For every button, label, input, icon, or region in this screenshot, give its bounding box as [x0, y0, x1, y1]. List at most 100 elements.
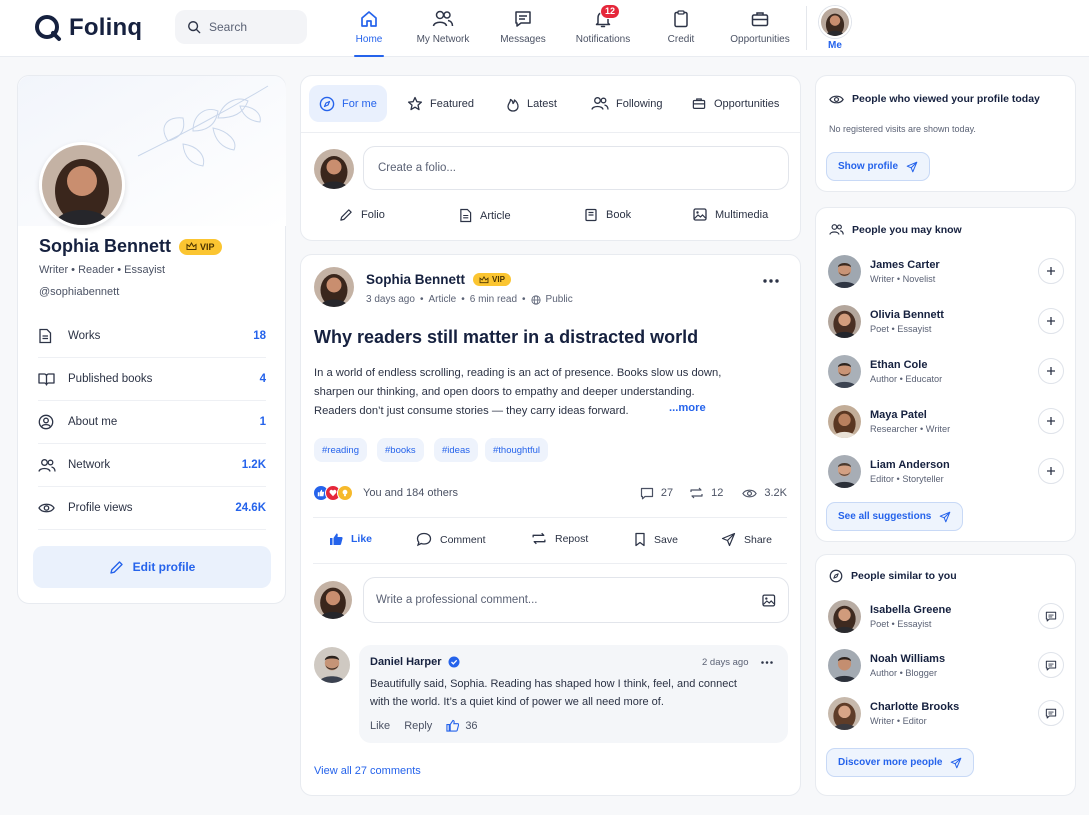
like-button[interactable]: Like	[329, 532, 372, 546]
compose-input[interactable]	[378, 162, 788, 174]
comment-time: 2 days ago	[702, 657, 749, 668]
hashtag[interactable]: #ideas	[434, 438, 478, 462]
repost-label: Repost	[555, 532, 589, 545]
add-connection-button[interactable]	[1038, 458, 1064, 484]
profile-avatar[interactable]	[39, 142, 125, 228]
similar-person[interactable]: Charlotte Brooks Writer • Editor	[828, 695, 1064, 731]
tab-opportunities[interactable]: Opportunities	[681, 85, 789, 122]
comment-likes-count[interactable]: 36	[446, 719, 478, 732]
person-name[interactable]: Noah Williams	[870, 653, 1038, 665]
compose-field[interactable]	[363, 146, 789, 190]
tab-for-me[interactable]: For me	[309, 85, 387, 122]
person-name[interactable]: Ethan Cole	[870, 359, 1038, 371]
comment-like-link[interactable]: Like	[370, 720, 390, 732]
person-name[interactable]: Olivia Bennett	[870, 309, 1038, 321]
nav-me[interactable]: Me	[818, 0, 852, 56]
search-input[interactable]	[209, 20, 299, 34]
comments-count[interactable]: 27	[640, 487, 673, 500]
comment-icon	[640, 487, 653, 499]
add-connection-button[interactable]	[1038, 408, 1064, 434]
repost-button[interactable]: Repost	[531, 532, 588, 545]
person-name[interactable]: James Carter	[870, 259, 1038, 271]
suggested-person[interactable]: Maya Patel Researcher • Writer	[828, 403, 1064, 439]
suggested-person[interactable]: James Carter Writer • Novelist	[828, 253, 1064, 289]
nav-credit[interactable]: Credit	[662, 0, 700, 56]
message-person-button[interactable]	[1038, 603, 1064, 629]
show-profile-button[interactable]: Show profile	[826, 152, 930, 181]
stat-about-me[interactable]: About me 1	[38, 401, 266, 444]
reactions-text[interactable]: You and 184 others	[363, 487, 458, 499]
add-connection-button[interactable]	[1038, 308, 1064, 334]
stat-published-books[interactable]: Published books 4	[38, 358, 266, 401]
comment-author-name[interactable]: Daniel Harper	[370, 656, 442, 668]
suggested-person[interactable]: Olivia Bennett Poet • Essayist	[828, 303, 1064, 339]
nav-opportunities[interactable]: Opportunities	[727, 0, 793, 56]
nav-notifications[interactable]: 12 Notifications	[572, 0, 634, 56]
idea-reaction-icon	[337, 485, 353, 501]
post-more-options-button[interactable]	[763, 279, 779, 283]
profile-name-row: Sophia Bennett VIP	[39, 236, 222, 257]
reposts-count[interactable]: 12	[689, 487, 723, 499]
similar-person[interactable]: Noah Williams Author • Blogger	[828, 647, 1064, 683]
compose-multimedia-button[interactable]: Multimedia	[693, 208, 768, 221]
tab-latest[interactable]: Latest	[496, 85, 567, 122]
person-avatar	[828, 454, 861, 488]
comment-button[interactable]: Comment	[416, 532, 486, 547]
comment-author-avatar[interactable]	[314, 647, 350, 683]
image-icon[interactable]	[762, 594, 776, 607]
stat-profile-views[interactable]: Profile views 24.6K	[38, 487, 266, 530]
profile-card: Sophia Bennett VIP Writer • Reader • Ess…	[17, 75, 286, 604]
comment-more-options-button[interactable]	[761, 661, 773, 664]
comment-reply-link[interactable]: Reply	[404, 720, 432, 732]
divider	[313, 517, 787, 518]
stat-label: Profile views	[68, 502, 133, 514]
stat-network[interactable]: Network 1.2K	[38, 444, 266, 487]
person-avatar	[828, 696, 861, 730]
person-name[interactable]: Maya Patel	[870, 409, 1038, 421]
hashtag[interactable]: #reading	[314, 438, 367, 462]
person-name[interactable]: Liam Anderson	[870, 459, 1038, 471]
add-connection-button[interactable]	[1038, 358, 1064, 384]
tab-following[interactable]: Following	[581, 85, 672, 122]
stat-works[interactable]: Works 18	[38, 315, 266, 358]
view-all-comments-link[interactable]: View all 27 comments	[314, 765, 421, 777]
hashtag[interactable]: #books	[377, 438, 424, 462]
read-more-link[interactable]: ...more	[669, 402, 706, 414]
compose-folio-button[interactable]: Folio	[339, 208, 385, 222]
stat-value: 4	[259, 373, 266, 385]
save-button[interactable]: Save	[634, 532, 678, 547]
suggested-person[interactable]: Liam Anderson Editor • Storyteller	[828, 453, 1064, 489]
see-all-suggestions-button[interactable]: See all suggestions	[826, 502, 964, 531]
comment-field[interactable]	[363, 577, 789, 623]
discover-more-people-button[interactable]: Discover more people	[826, 748, 975, 777]
post-author-avatar[interactable]	[314, 267, 354, 307]
nav-my-network[interactable]: My Network	[412, 0, 474, 56]
document-icon	[39, 328, 52, 344]
edit-profile-button[interactable]: Edit profile	[33, 546, 271, 588]
reaction-icons[interactable]	[313, 485, 353, 501]
message-person-button[interactable]	[1038, 652, 1064, 678]
share-button[interactable]: Share	[721, 532, 772, 547]
compose-book-button[interactable]: Book	[584, 208, 631, 222]
nav-home[interactable]: Home	[352, 0, 386, 57]
nav-messages[interactable]: Messages	[500, 0, 546, 56]
message-person-button[interactable]	[1038, 700, 1064, 726]
person-name[interactable]: Isabella Greene	[870, 604, 1038, 616]
suggestions-title: People you may know	[852, 223, 962, 236]
post-author-name[interactable]: Sophia Bennett	[366, 272, 465, 287]
tab-featured[interactable]: Featured	[397, 85, 484, 122]
suggested-person[interactable]: Ethan Cole Author • Educator	[828, 353, 1064, 389]
comment-input[interactable]	[376, 594, 763, 606]
similar-person[interactable]: Isabella Greene Poet • Essayist	[828, 598, 1064, 634]
person-name[interactable]: Charlotte Brooks	[870, 701, 1038, 713]
brand-logo[interactable]: Folinq	[33, 13, 142, 43]
show-profile-label: Show profile	[838, 161, 898, 172]
star-icon	[407, 96, 423, 110]
edit-profile-label: Edit profile	[132, 560, 196, 574]
post-visibility: Public	[545, 294, 573, 305]
compose-article-button[interactable]: Article	[459, 208, 511, 223]
add-connection-button[interactable]	[1038, 258, 1064, 284]
search-bar[interactable]	[175, 10, 307, 44]
globe-icon	[530, 294, 541, 305]
hashtag[interactable]: #thoughtful	[485, 438, 549, 462]
